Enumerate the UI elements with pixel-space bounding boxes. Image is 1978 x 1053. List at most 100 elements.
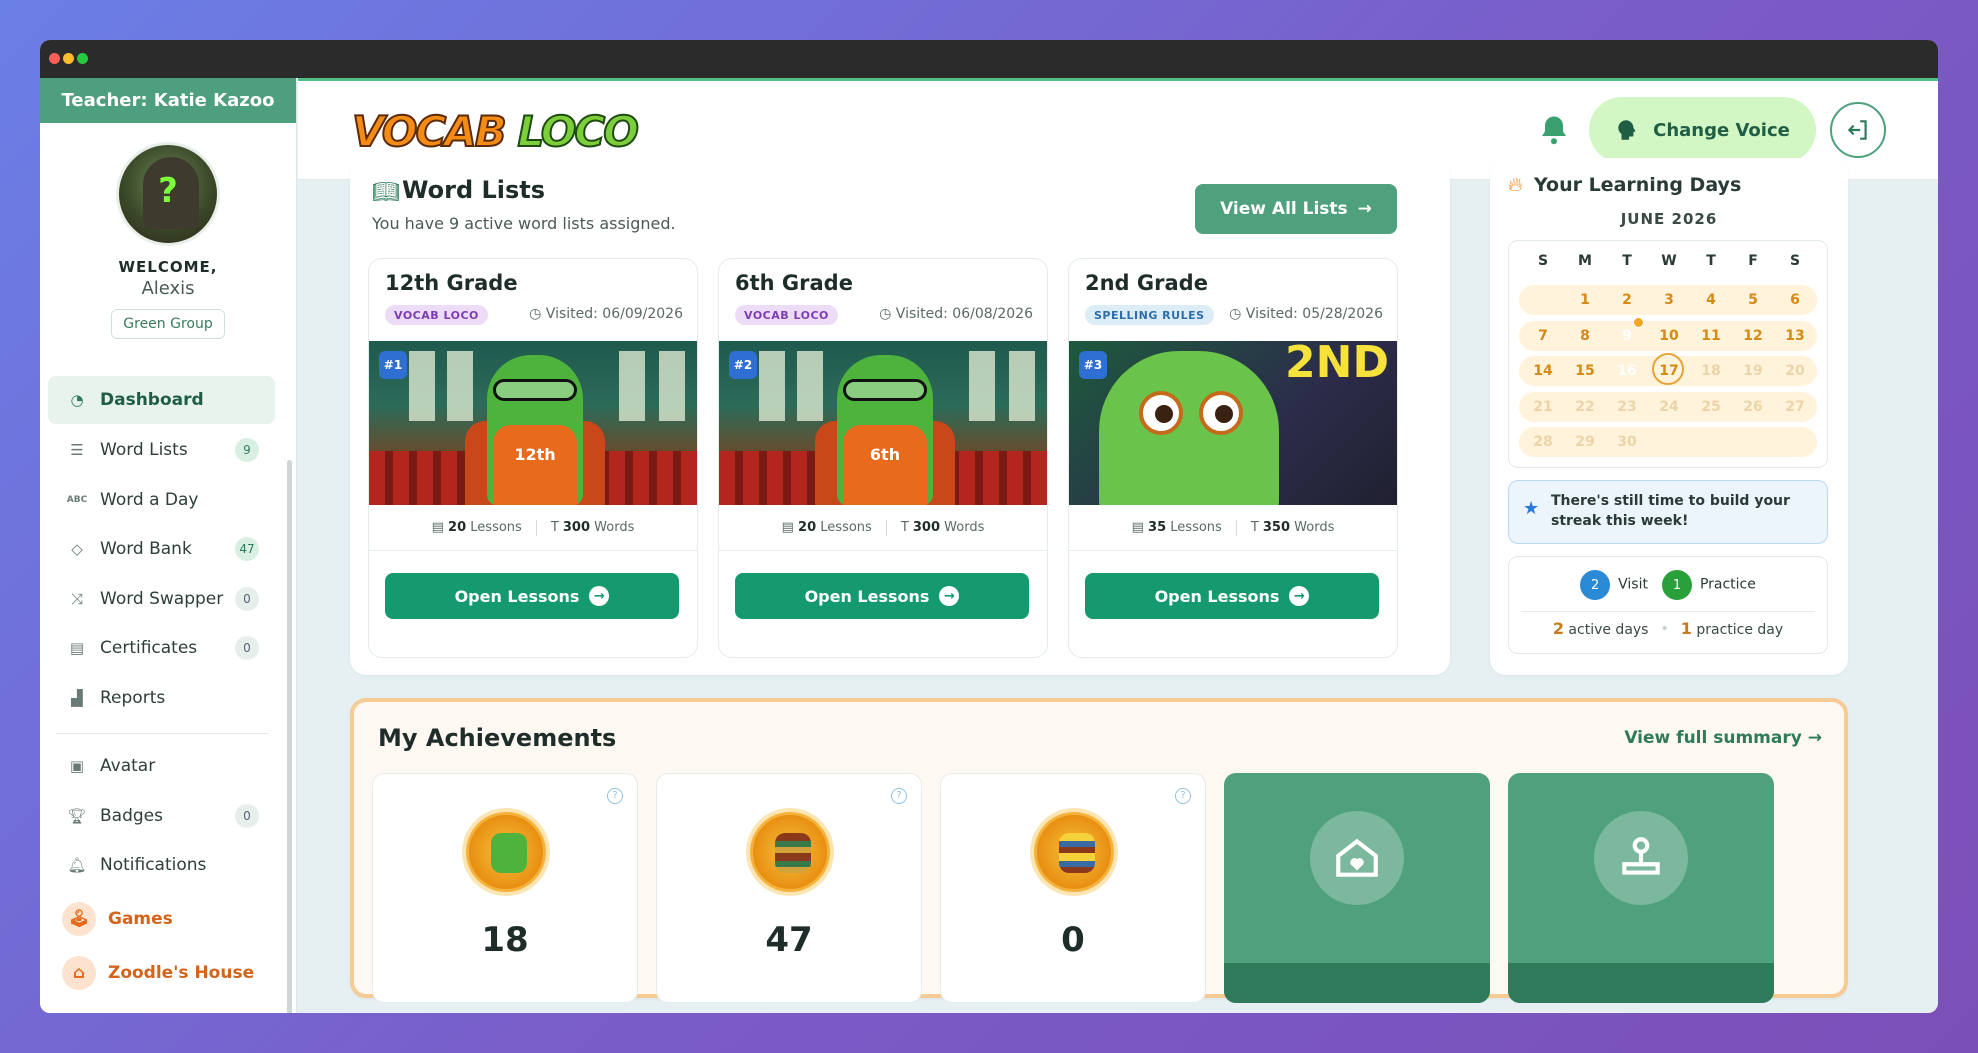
- book-icon: 📖︎: [372, 180, 400, 205]
- lessons-count: ▤ 20 Lessons: [431, 520, 522, 535]
- list-stats: ▤ 20 Lessons T 300 Words: [719, 505, 1047, 551]
- arrow-right-icon: →: [1357, 199, 1372, 219]
- calendar-day[interactable]: 11: [1691, 321, 1731, 351]
- help-icon[interactable]: ?: [607, 788, 623, 804]
- calendar-day[interactable]: 21: [1523, 392, 1563, 422]
- sidebar-item-label: Games: [108, 909, 173, 929]
- change-voice-label: Change Voice: [1653, 119, 1790, 141]
- sidebar-item-dashboard[interactable]: ◔ Dashboard: [48, 376, 275, 424]
- calendar-day[interactable]: 14: [1523, 356, 1563, 386]
- achievement-stat-card: ? 0: [940, 773, 1206, 1003]
- maximize-window-button[interactable]: [77, 53, 88, 64]
- word-lists-subtitle: You have 9 active word lists assigned.: [372, 214, 676, 233]
- list-number-badge: #2: [729, 351, 757, 379]
- stat-value: 47: [765, 920, 813, 960]
- help-icon[interactable]: ?: [891, 788, 907, 804]
- view-all-lists-button[interactable]: View All Lists →: [1195, 184, 1397, 234]
- word-list-card[interactable]: 6th Grade VOCAB LOCO ◷ Visited: 06/08/20…: [718, 258, 1048, 658]
- word-list-card[interactable]: 2nd Grade SPELLING RULES ◷ Visited: 05/2…: [1068, 258, 1398, 658]
- calendar-day[interactable]: 18: [1691, 356, 1731, 386]
- sidebar-item-badges[interactable]: 🏆︎ Badges 0: [48, 792, 275, 840]
- calendar-day[interactable]: 20: [1775, 356, 1815, 386]
- calendar-day[interactable]: 13: [1775, 321, 1815, 351]
- open-lessons-button[interactable]: Open Lessons →: [385, 573, 679, 619]
- open-lessons-button[interactable]: Open Lessons →: [1085, 573, 1379, 619]
- books-medal-icon: [750, 812, 830, 892]
- calendar-day[interactable]: 22: [1565, 392, 1605, 422]
- joystick-icon: [1594, 811, 1688, 905]
- window-titlebar: [40, 40, 1938, 78]
- logo-word-vocab: VOCAB: [351, 106, 508, 157]
- weekday-label: T: [1622, 253, 1632, 269]
- calendar-day[interactable]: 23: [1607, 392, 1647, 422]
- shirt-label: 6th: [843, 425, 927, 505]
- calendar-day-today[interactable]: 17: [1649, 353, 1689, 386]
- grade-poster-text: 2ND: [1285, 341, 1389, 388]
- view-full-summary-link[interactable]: View full summary →: [1624, 728, 1822, 748]
- calendar-day[interactable]: 24: [1649, 392, 1689, 422]
- calendar-day[interactable]: 12: [1733, 321, 1773, 351]
- text-icon: T: [1250, 520, 1263, 535]
- calendar-day[interactable]: 7: [1523, 321, 1563, 351]
- calendar-day[interactable]: 19: [1733, 356, 1773, 386]
- sidebar-item-word-bank[interactable]: ◇ Word Bank 47: [48, 525, 275, 573]
- sidebar-item-word-swapper[interactable]: ⤨ Word Swapper 0: [48, 575, 275, 623]
- abc-icon: ABC: [66, 495, 88, 505]
- calendar-day[interactable]: 27: [1775, 392, 1815, 422]
- help-icon[interactable]: ?: [1175, 788, 1191, 804]
- calendar-day[interactable]: 30: [1607, 427, 1647, 457]
- logout-button[interactable]: [1830, 102, 1886, 158]
- visited-date: ◷ Visited: 06/08/2026: [879, 306, 1033, 322]
- arrow-circle-icon: →: [1289, 586, 1310, 606]
- sidebar-item-word-lists[interactable]: ☰ Word Lists 9: [48, 426, 275, 474]
- calendar-day[interactable]: 8: [1565, 321, 1605, 351]
- sidebar-item-certificates[interactable]: ▤ Certificates 0: [48, 624, 275, 672]
- zoodles-house-tile[interactable]: [1224, 773, 1490, 1003]
- calendar-day[interactable]: 10: [1649, 321, 1689, 351]
- list-cover-image: 12th #1: [369, 341, 697, 505]
- notification-bell-icon[interactable]: [1536, 108, 1572, 152]
- open-lessons-button[interactable]: Open Lessons →: [735, 573, 1029, 619]
- sidebar-item-avatar[interactable]: ▣ Avatar: [48, 742, 275, 790]
- calendar-day-visit[interactable]: 16: [1607, 355, 1647, 386]
- sidebar-item-notifications[interactable]: 🔔︎ Notifications: [48, 841, 275, 889]
- calendar-day[interactable]: 5: [1733, 285, 1773, 315]
- avatar[interactable]: ?: [116, 142, 220, 246]
- crowned-books-medal-icon: [1034, 812, 1114, 892]
- calendar-day[interactable]: 4: [1691, 285, 1731, 315]
- joystick-icon: 🕹︎: [62, 902, 96, 936]
- calendar-day[interactable]: 29: [1565, 427, 1605, 457]
- legend-practice: 1 Practice: [1661, 570, 1756, 600]
- close-window-button[interactable]: [49, 53, 60, 64]
- calendar-day[interactable]: 1: [1565, 285, 1605, 315]
- sidebar-item-games[interactable]: 🕹︎ Games: [48, 895, 275, 943]
- word-list-card[interactable]: 12th Grade VOCAB LOCO ◷ Visited: 06/09/2…: [368, 258, 698, 658]
- calendar-day[interactable]: 25: [1691, 392, 1731, 422]
- logo-word-loco: LOCO: [516, 106, 639, 157]
- minimize-window-button[interactable]: [63, 53, 74, 64]
- calendar-day[interactable]: 6: [1775, 285, 1815, 315]
- sidebar-scrollbar[interactable]: [287, 460, 292, 1013]
- learning-days-title: Your Learning Days: [1534, 174, 1742, 196]
- calendar-day[interactable]: 26: [1733, 392, 1773, 422]
- count-badge: 47: [235, 537, 259, 561]
- vocab-loco-logo[interactable]: VOCAB LOCO: [351, 106, 640, 157]
- calendar-day[interactable]: 2: [1607, 285, 1647, 315]
- sidebar-item-label: Zoodle's House: [108, 963, 255, 983]
- sidebar-item-zoodles-house[interactable]: ⌂ Zoodle's House: [48, 949, 275, 997]
- achievement-stat-card: ? 47: [656, 773, 922, 1003]
- games-tile[interactable]: [1508, 773, 1774, 1003]
- calendar-day[interactable]: 3: [1649, 285, 1689, 315]
- arrow-circle-icon: →: [939, 586, 960, 606]
- calendar-day[interactable]: 28: [1523, 427, 1563, 457]
- sidebar-item-word-a-day[interactable]: ABC Word a Day: [48, 476, 275, 524]
- achievements-title: My Achievements: [378, 724, 617, 752]
- change-voice-button[interactable]: Change Voice: [1589, 97, 1816, 163]
- sidebar-divider: [56, 733, 268, 734]
- sidebar-item-reports[interactable]: ▟ Reports: [48, 674, 275, 722]
- house-heart-icon: [1310, 811, 1404, 905]
- sidebar-item-label: Word a Day: [100, 490, 199, 510]
- calendar-day[interactable]: 15: [1565, 356, 1605, 386]
- list-icon: ☰: [70, 441, 84, 459]
- word-lists-card: 📖︎ Word Lists You have 9 active word lis…: [350, 158, 1450, 675]
